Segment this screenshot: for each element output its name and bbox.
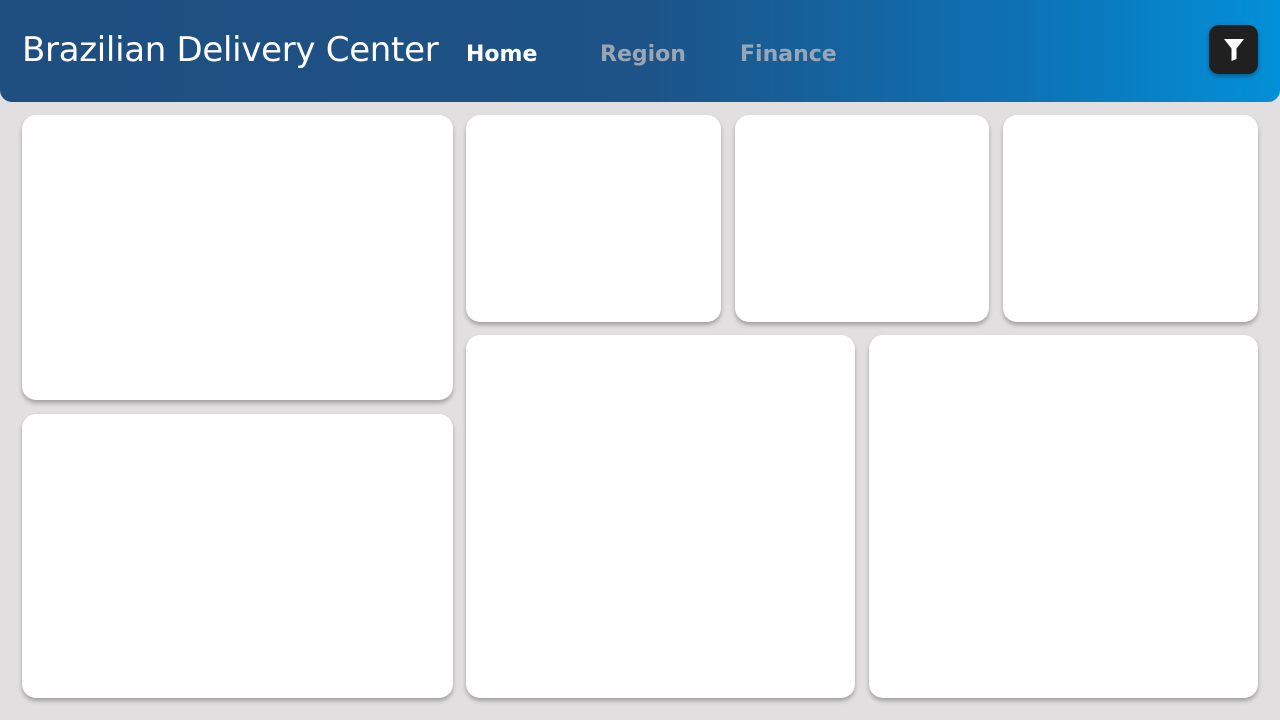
card-kpi-1 [466, 115, 721, 322]
card-bottom-left [22, 414, 453, 698]
tab-home[interactable]: Home [466, 40, 537, 70]
app-header: Brazilian Delivery Center Home Region Fi… [0, 0, 1280, 102]
card-kpi-2 [735, 115, 989, 322]
filter-icon [1223, 38, 1244, 61]
card-top-left [22, 115, 453, 400]
tab-region[interactable]: Region [600, 40, 686, 70]
app-title: Brazilian Delivery Center [22, 30, 439, 70]
filter-button[interactable] [1209, 25, 1258, 74]
tab-finance[interactable]: Finance [740, 40, 837, 70]
card-bottom-middle [466, 335, 855, 698]
card-bottom-right [869, 335, 1258, 698]
card-kpi-3 [1003, 115, 1258, 322]
